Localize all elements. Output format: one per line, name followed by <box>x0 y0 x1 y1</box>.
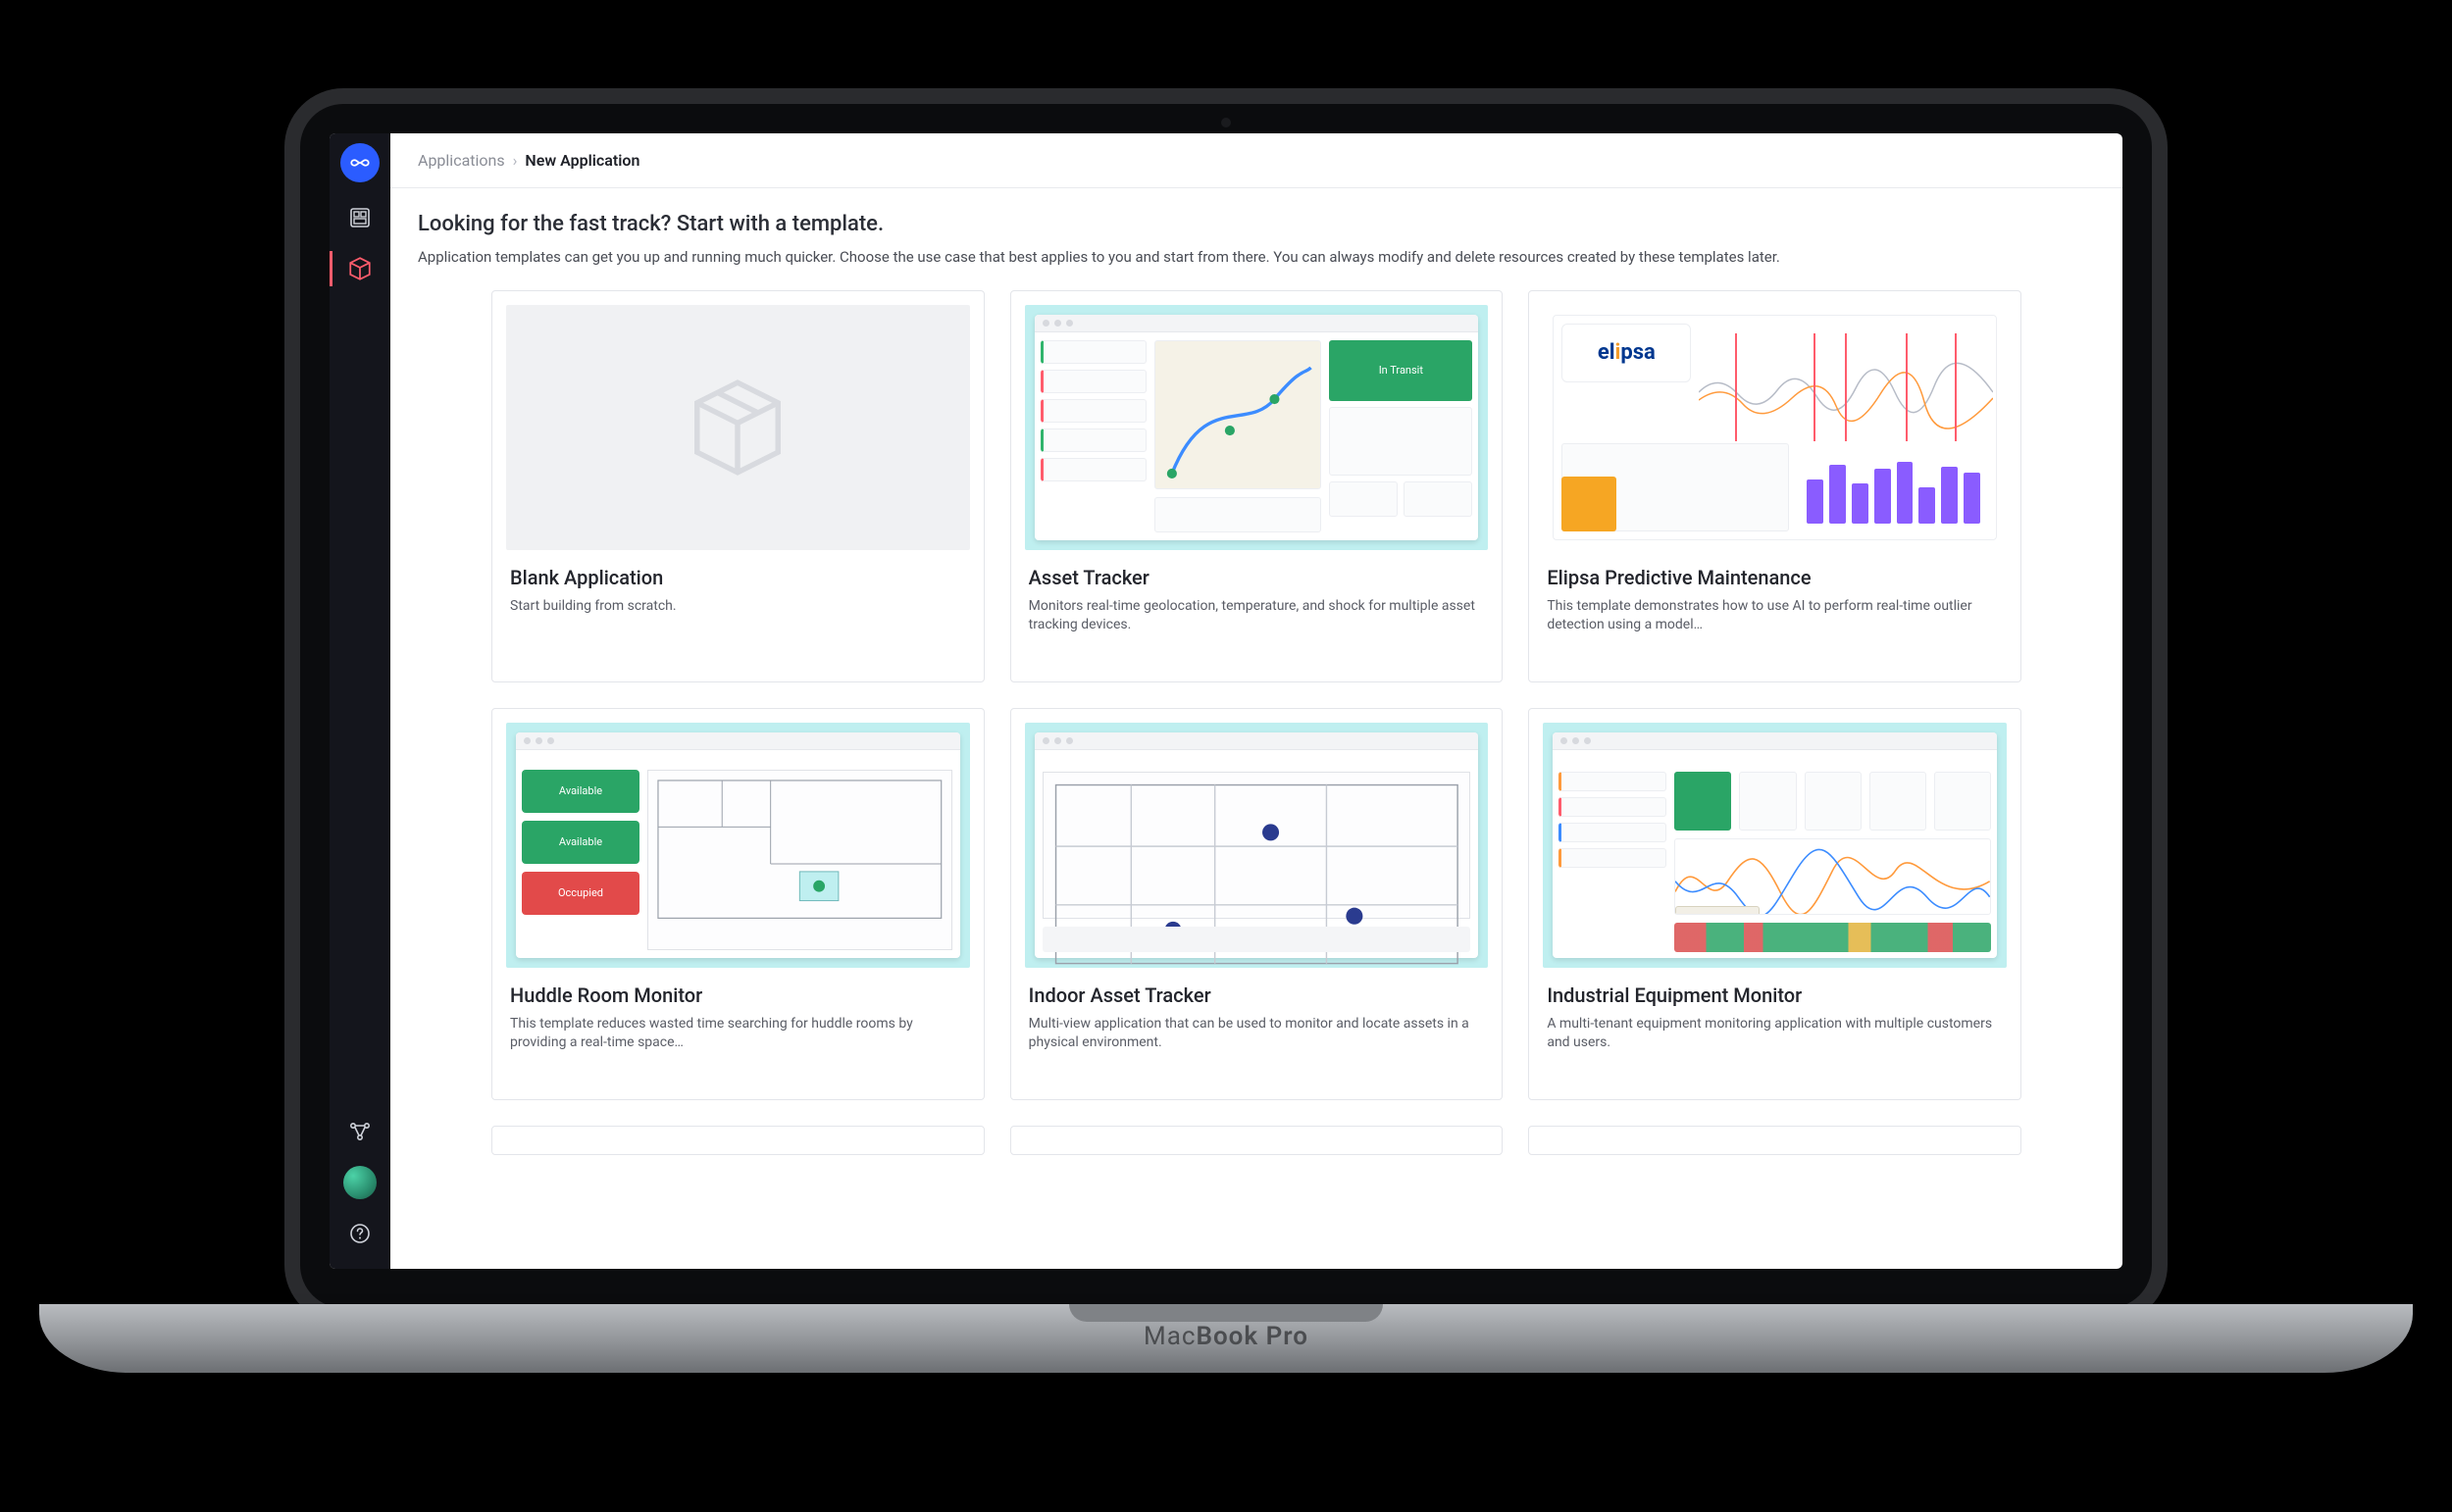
template-card-elipsa[interactable]: elipsa <box>1528 290 2021 682</box>
spark-chart-icon <box>1699 324 1993 451</box>
template-description: Monitors real-time geolocation, temperat… <box>1029 597 1485 635</box>
template-description: Multi-view application that can be used … <box>1029 1015 1485 1053</box>
heatmap-icon <box>1674 923 1991 952</box>
page-subheading: Application templates can get you up and… <box>418 246 2095 269</box>
template-card-industrial[interactable]: Industrial Equipment Monitor A multi-ten… <box>1528 708 2021 1100</box>
template-thumb <box>1543 723 2007 968</box>
app-screen: Applications › New Application Looking f… <box>330 133 2122 1269</box>
template-title: Blank Application <box>510 566 966 589</box>
sidebar-item-avatar[interactable] <box>330 1157 390 1208</box>
generator-icon <box>1675 906 1760 915</box>
template-description: Start building from scratch. <box>510 597 966 617</box>
template-description: A multi-tenant equipment monitoring appl… <box>1547 1015 2003 1053</box>
template-thumb <box>506 305 970 550</box>
help-icon <box>348 1222 372 1245</box>
template-card-huddle[interactable]: Available Available Occupied <box>491 708 985 1100</box>
status-tile-running <box>1674 772 1731 831</box>
status-pill-available: Available <box>522 821 639 864</box>
content-area: Applications › New Application Looking f… <box>390 133 2122 1269</box>
template-thumb: elipsa <box>1543 305 2007 550</box>
status-pill-available: Available <box>522 770 639 813</box>
device-brand-label: MacBook Pro <box>1144 1322 1308 1351</box>
page-heading: Looking for the fast track? Start with a… <box>418 212 2095 236</box>
graph-icon <box>348 1120 372 1143</box>
main-panel: Looking for the fast track? Start with a… <box>390 188 2122 1179</box>
template-title: Elipsa Predictive Maintenance <box>1547 566 2003 589</box>
sidebar-item-help[interactable] <box>330 1208 390 1259</box>
template-thumb: In Transit <box>1025 305 1489 550</box>
timeseries-icon <box>1674 838 1991 915</box>
device-frame: Applications › New Application Looking f… <box>0 0 2452 1512</box>
template-description: This template demonstrates how to use AI… <box>1547 597 2003 635</box>
status-pill-occupied: Occupied <box>522 872 639 915</box>
brand-logo[interactable] <box>340 143 380 182</box>
camera-dot <box>1221 118 1231 127</box>
sidebar-item-applications[interactable] <box>330 243 390 294</box>
laptop-lid: Applications › New Application Looking f… <box>284 88 2168 1324</box>
package-outline-icon <box>684 374 792 481</box>
template-description: This template reduces wasted time search… <box>510 1015 966 1053</box>
sidebar <box>330 133 390 1269</box>
sidebar-item-graph[interactable] <box>330 1106 390 1157</box>
template-title: Industrial Equipment Monitor <box>1547 983 2003 1007</box>
template-title: Asset Tracker <box>1029 566 1485 589</box>
template-thumb: Available Available Occupied <box>506 723 970 968</box>
template-grid-next-row <box>491 1126 2021 1155</box>
template-thumb <box>1025 723 1489 968</box>
template-card-asset-tracker[interactable]: In Transit <box>1010 290 1504 682</box>
template-card-blank[interactable]: Blank Application Start building from sc… <box>491 290 985 682</box>
elipsa-logo: elipsa <box>1561 324 1691 382</box>
sidebar-item-dashboards[interactable] <box>330 192 390 243</box>
template-card-indoor[interactable]: Indoor Asset Tracker Multi-view applicat… <box>1010 708 1504 1100</box>
template-title: Indoor Asset Tracker <box>1029 983 1485 1007</box>
template-card-placeholder[interactable] <box>1528 1126 2021 1155</box>
breadcrumb: Applications › New Application <box>390 133 2122 188</box>
floorplan-icon <box>654 777 945 922</box>
bar-chart-icon <box>1799 443 1988 531</box>
template-title: Huddle Room Monitor <box>510 983 966 1007</box>
status-band: In Transit <box>1329 340 1472 401</box>
template-grid: Blank Application Start building from sc… <box>491 290 2021 1100</box>
template-card-placeholder[interactable] <box>491 1126 985 1155</box>
infinity-icon <box>349 152 371 174</box>
breadcrumb-leaf: New Application <box>525 151 639 170</box>
laptop-base: MacBook Pro <box>39 1304 2413 1373</box>
breadcrumb-root[interactable]: Applications <box>418 151 505 170</box>
template-card-placeholder[interactable] <box>1010 1126 1504 1155</box>
package-icon <box>347 256 373 281</box>
widgets-icon <box>348 206 372 229</box>
chevron-right-icon: › <box>513 151 518 170</box>
laptop-bezel: Applications › New Application Looking f… <box>300 104 2152 1308</box>
avatar-icon <box>343 1166 377 1199</box>
